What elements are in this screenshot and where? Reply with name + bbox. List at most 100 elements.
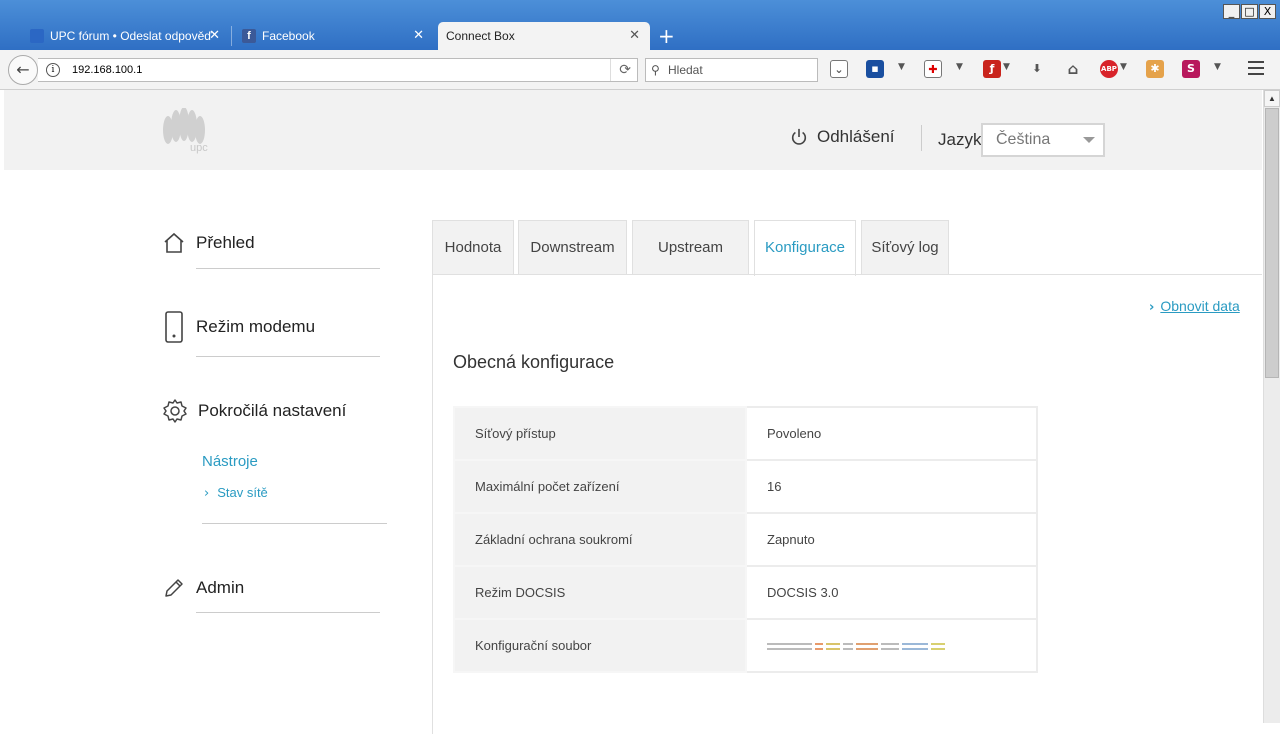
download-icon[interactable]: ⬇ — [1028, 60, 1046, 78]
table-row: Základní ochrana soukromí Zapnuto — [453, 512, 1038, 567]
config-value-redacted — [745, 618, 1038, 673]
facebook-favicon-icon: f — [242, 29, 256, 43]
sidebar-subsection-tools[interactable]: Nástroje — [202, 453, 258, 470]
browser-tabstrip: _ □ X UPC fórum • Odeslat odpověď ✕ f Fa… — [0, 0, 1280, 50]
tab-label: Connect Box — [446, 29, 515, 43]
home-icon[interactable]: ⌂ — [1064, 60, 1082, 78]
logout-button[interactable]: Odhlášení — [790, 127, 895, 147]
config-value: Zapnuto — [745, 512, 1038, 567]
tab-label: UPC fórum • Odeslat odpověď — [50, 29, 212, 43]
flash-dropdown-icon[interactable]: ▼ — [1003, 62, 1010, 72]
upc-forum-favicon-icon — [30, 29, 44, 43]
table-row: Síťový přístup Povoleno — [453, 406, 1038, 461]
maximize-button[interactable]: □ — [1241, 4, 1258, 19]
s-extension-icon[interactable]: S — [1182, 60, 1200, 78]
extension-icon[interactable]: ✱ — [1146, 60, 1164, 78]
config-key: Maximální počet zařízení — [453, 459, 747, 514]
sidebar-divider — [202, 523, 387, 524]
new-tab-button[interactable]: + — [658, 24, 675, 48]
config-table: Síťový přístup Povoleno Maximální počet … — [453, 406, 1038, 673]
url-text: 192.168.100.1 — [72, 64, 143, 76]
sidebar-divider — [196, 268, 380, 269]
home-icon — [164, 232, 184, 253]
addon-dropdown-icon[interactable]: ▼ — [956, 62, 963, 72]
browser-navbar: ← i 192.168.100.1 ⟳ ⚲ Hledat ⌄ ▪ ▼ ✚ ▼ ƒ… — [0, 50, 1280, 90]
browser-tab-facebook[interactable]: f Facebook ✕ — [234, 22, 434, 50]
flash-icon[interactable]: ƒ — [983, 60, 1001, 78]
sidebar-item-advanced-settings[interactable]: Pokročilá nastavení — [162, 398, 346, 424]
sidebar-item-label: Režim modemu — [196, 317, 316, 336]
close-tab-icon[interactable]: ✕ — [629, 28, 640, 43]
sidebar-item-label: Admin — [196, 578, 245, 597]
tab-hodnota[interactable]: Hodnota — [432, 220, 514, 275]
close-tab-icon[interactable]: ✕ — [413, 28, 424, 43]
section-title: Obecná konfigurace — [453, 352, 615, 372]
table-row: Maximální počet zařízení 16 — [453, 459, 1038, 514]
logout-label: Odhlášení — [817, 127, 895, 146]
site-info-icon[interactable]: i — [46, 63, 60, 77]
sidebar-divider — [196, 356, 380, 357]
subitem-label: Stav sítě — [217, 485, 268, 500]
tab-sitovy-log[interactable]: Síťový log — [861, 220, 949, 275]
tab-konfigurace[interactable]: Konfigurace — [754, 220, 856, 276]
pocket-icon[interactable]: ⌄ — [830, 60, 848, 78]
tab-upstream[interactable]: Upstream — [632, 220, 749, 275]
minimize-button[interactable]: _ — [1223, 4, 1240, 19]
back-button[interactable]: ← — [8, 55, 38, 85]
config-key: Konfigurační soubor — [453, 618, 747, 673]
close-tab-icon[interactable]: ✕ — [209, 28, 220, 43]
adblock-icon[interactable]: ABP — [1100, 60, 1118, 78]
scrollbar-thumb[interactable] — [1265, 108, 1279, 378]
gear-icon — [163, 399, 187, 423]
sidebar-item-modem-mode[interactable]: Režim modemu — [162, 310, 315, 344]
sidebar-item-overview[interactable]: Přehled — [162, 231, 255, 255]
page-header: upc Odhlášení Jazyk Čeština — [4, 90, 1262, 170]
save-dropdown-icon[interactable]: ▼ — [898, 62, 905, 72]
search-placeholder: Hledat — [668, 63, 703, 77]
config-value: 16 — [745, 459, 1038, 514]
first-aid-icon[interactable]: ✚ — [924, 60, 942, 78]
tab-label: Facebook — [262, 29, 315, 43]
window-controls: _ □ X — [1223, 4, 1276, 19]
redacted-filename — [767, 643, 945, 650]
chevron-right-icon: › — [204, 486, 210, 501]
hamburger-menu-icon[interactable] — [1248, 61, 1264, 79]
config-key: Režim DOCSIS — [453, 565, 747, 620]
sidebar-divider — [196, 612, 380, 613]
browser-tab-connect-box[interactable]: Connect Box ✕ — [438, 22, 650, 50]
scroll-up-button[interactable]: ▲ — [1264, 90, 1280, 107]
close-window-button[interactable]: X — [1259, 4, 1276, 19]
config-value: Povoleno — [745, 406, 1038, 461]
language-label: Jazyk — [938, 130, 982, 149]
pencil-icon — [165, 579, 183, 597]
chevron-right-icon: › — [1149, 300, 1155, 315]
language-select[interactable]: Čeština — [981, 123, 1105, 157]
refresh-data-link[interactable]: › Obnovit data — [1149, 298, 1240, 315]
sidebar-item-label: Pokročilá nastavení — [198, 401, 347, 420]
language-value: Čeština — [996, 131, 1051, 148]
save-icon[interactable]: ▪ — [866, 60, 884, 78]
reload-icon[interactable]: ⟳ — [610, 59, 631, 81]
logo-text: upc — [190, 142, 208, 154]
sidebar-item-admin[interactable]: Admin — [162, 576, 244, 600]
config-value: DOCSIS 3.0 — [745, 565, 1038, 620]
tab-downstream[interactable]: Downstream — [518, 220, 627, 275]
chevron-down-icon — [1083, 137, 1095, 143]
refresh-label: Obnovit data — [1160, 298, 1240, 314]
search-input[interactable]: ⚲ Hledat — [645, 58, 818, 82]
header-divider — [921, 125, 922, 151]
s-dropdown-icon[interactable]: ▼ — [1214, 62, 1221, 72]
url-bar[interactable]: i 192.168.100.1 ⟳ — [38, 58, 638, 82]
browser-tab-upc-forum[interactable]: UPC fórum • Odeslat odpověď ✕ — [22, 22, 230, 50]
sidebar-subitem-network-status[interactable]: › Stav sítě — [204, 485, 268, 501]
sidebar-item-label: Přehled — [196, 233, 255, 252]
config-key: Síťový přístup — [453, 406, 747, 461]
table-row: Konfigurační soubor — [453, 618, 1038, 673]
search-icon: ⚲ — [651, 63, 660, 77]
vertical-scrollbar[interactable]: ▲ — [1263, 90, 1280, 723]
modem-icon — [165, 311, 183, 343]
config-key: Základní ochrana soukromí — [453, 512, 747, 567]
adblock-dropdown-icon[interactable]: ▼ — [1120, 62, 1127, 72]
table-row: Režim DOCSIS DOCSIS 3.0 — [453, 565, 1038, 620]
power-icon — [791, 128, 807, 145]
